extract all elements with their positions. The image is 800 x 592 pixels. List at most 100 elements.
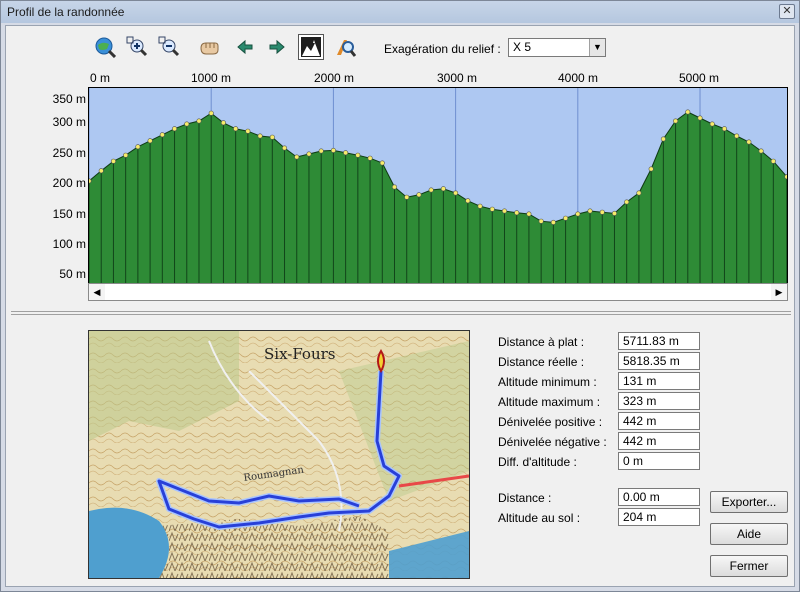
profile-point[interactable] (636, 190, 642, 196)
profile-point[interactable] (172, 126, 178, 132)
profile-point[interactable] (343, 150, 349, 156)
stat-value: 131 m (618, 372, 700, 390)
profile-point[interactable] (709, 121, 715, 127)
map-place-label: Six-Fours (264, 345, 335, 363)
help-button[interactable]: Aide (710, 523, 788, 545)
relief-exaggeration-select[interactable]: X 5 ▼ (508, 38, 606, 57)
y-tick: 50 m (59, 267, 86, 281)
title-bar[interactable]: Profil de la randonnée ✕ (1, 1, 799, 23)
profile-point[interactable] (282, 145, 288, 151)
relief-label: Exagération du relief : (384, 42, 501, 56)
x-tick: 3000 m (437, 71, 478, 85)
export-button[interactable]: Exporter... (710, 491, 788, 513)
profile-point[interactable] (758, 148, 764, 154)
profile-point[interactable] (501, 208, 507, 214)
profile-point[interactable] (318, 148, 324, 154)
profile-point[interactable] (660, 136, 666, 142)
terrain-profile-icon[interactable] (298, 34, 324, 60)
scroll-left-icon[interactable]: ◀ (89, 284, 105, 300)
profile-point[interactable] (697, 115, 703, 121)
profile-point[interactable] (184, 121, 190, 127)
profile-point[interactable] (599, 209, 605, 215)
profile-point[interactable] (587, 208, 593, 214)
profile-point[interactable] (489, 206, 495, 212)
profile-point[interactable] (330, 147, 336, 153)
profile-point[interactable] (477, 203, 483, 209)
x-tick: 5000 m (679, 71, 720, 85)
stat-value: 5711.83 m (618, 332, 700, 350)
zoom-in-icon[interactable] (124, 34, 150, 60)
y-tick: 200 m (52, 176, 86, 190)
profile-point[interactable] (379, 160, 385, 166)
cursor-value: 0.00 m (618, 488, 700, 506)
profile-point[interactable] (196, 118, 202, 124)
profile-point[interactable] (526, 211, 532, 217)
y-tick: 300 m (52, 115, 86, 129)
x-tick: 4000 m (558, 71, 599, 85)
profile-point[interactable] (245, 128, 251, 134)
stat-label: Altitude minimum : (498, 375, 597, 389)
profile-point[interactable] (721, 126, 727, 132)
profile-point[interactable] (648, 166, 654, 172)
close-icon[interactable]: ✕ (779, 4, 795, 19)
profile-scrollbar[interactable]: ◀ ▶ (88, 283, 788, 301)
chevron-down-icon[interactable]: ▼ (589, 39, 605, 56)
profile-point[interactable] (89, 178, 92, 184)
profile-point[interactable] (98, 168, 104, 174)
arrow-right-icon[interactable] (264, 34, 290, 60)
route-map[interactable]: Six-Fours Roumagnan (88, 330, 470, 579)
pan-hand-icon[interactable] (196, 34, 222, 60)
arrow-left-icon[interactable] (232, 34, 258, 60)
profile-point[interactable] (159, 132, 165, 138)
profile-point[interactable] (220, 120, 226, 126)
profile-point[interactable] (685, 109, 691, 115)
profile-point[interactable] (110, 158, 116, 164)
profile-point[interactable] (269, 134, 275, 140)
profile-window: Profil de la randonnée ✕ Exagération du … (0, 0, 800, 592)
profile-point[interactable] (123, 152, 129, 158)
route-search-icon[interactable] (332, 34, 358, 60)
profile-point[interactable] (416, 192, 422, 198)
profile-point[interactable] (784, 174, 787, 180)
scroll-right-icon[interactable]: ▶ (771, 284, 787, 300)
stat-value: 442 m (618, 412, 700, 430)
profile-point[interactable] (294, 154, 300, 160)
profile-point[interactable] (538, 218, 544, 224)
profile-point[interactable] (563, 215, 569, 221)
profile-point[interactable] (550, 219, 556, 225)
x-tick: 0 m (90, 71, 111, 85)
profile-point[interactable] (147, 138, 153, 144)
profile-point[interactable] (367, 155, 373, 161)
elevation-profile-plot[interactable] (88, 87, 788, 287)
profile-point[interactable] (392, 184, 398, 190)
profile-point[interactable] (208, 110, 214, 116)
profile-point[interactable] (624, 199, 630, 205)
profile-point[interactable] (428, 187, 434, 193)
stat-label: Dénivelée positive : (498, 415, 603, 429)
profile-point[interactable] (673, 118, 679, 124)
profile-point[interactable] (440, 186, 446, 192)
cursor-label: Distance : (498, 491, 552, 505)
stat-value: 5818.35 m (618, 352, 700, 370)
profile-point[interactable] (575, 211, 581, 217)
profile-point[interactable] (770, 158, 776, 164)
profile-point[interactable] (404, 194, 410, 200)
close-button[interactable]: Fermer (710, 555, 788, 577)
cursor-label: Altitude au sol : (498, 511, 581, 525)
profile-point[interactable] (514, 210, 520, 216)
profile-point[interactable] (611, 210, 617, 216)
profile-point[interactable] (306, 151, 312, 157)
stat-label: Distance à plat : (498, 335, 585, 349)
profile-point[interactable] (355, 152, 361, 158)
globe-zoom-icon[interactable] (92, 34, 118, 60)
profile-point[interactable] (746, 139, 752, 145)
stat-label: Dénivelée négative : (498, 435, 607, 449)
x-tick: 1000 m (191, 71, 232, 85)
profile-point[interactable] (734, 133, 740, 139)
profile-point[interactable] (233, 126, 239, 132)
profile-point[interactable] (257, 133, 263, 139)
profile-point[interactable] (465, 198, 471, 204)
zoom-out-icon[interactable] (156, 34, 182, 60)
profile-point[interactable] (135, 144, 141, 150)
profile-point[interactable] (453, 190, 459, 196)
